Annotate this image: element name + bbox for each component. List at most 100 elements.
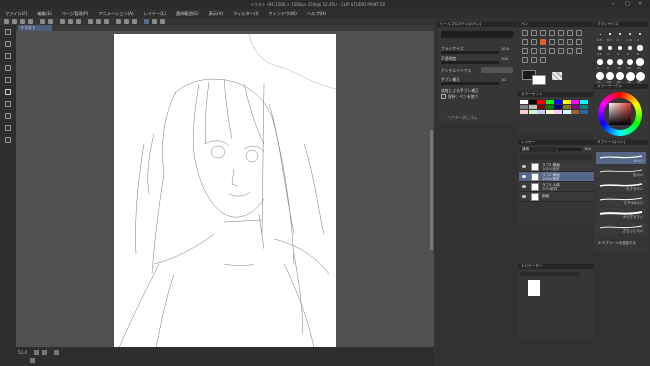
zoom-value[interactable]: 52.4	[18, 350, 27, 355]
fill-icon[interactable]	[68, 19, 73, 24]
pen-tool-icon[interactable]	[5, 89, 11, 95]
canvas-paper[interactable]	[114, 33, 337, 349]
color-swatch[interactable]	[545, 105, 554, 109]
gradient-icon[interactable]	[549, 48, 555, 54]
brush-size-dot[interactable]	[617, 45, 623, 51]
antialias-selector[interactable]	[481, 67, 513, 73]
brush-size-dot[interactable]	[627, 45, 633, 51]
zoom-in-icon[interactable]	[42, 350, 47, 355]
color-swatch[interactable]	[520, 100, 528, 104]
deselect-icon[interactable]	[88, 19, 93, 24]
bucket-icon[interactable]	[540, 48, 546, 54]
fill-tool-icon[interactable]	[5, 137, 11, 143]
pen-icon[interactable]	[540, 39, 546, 45]
menu-filter[interactable]: フィルター(I)	[228, 11, 263, 17]
menu-animation[interactable]: アニメーション(A)	[93, 11, 138, 17]
transform-icon[interactable]	[76, 19, 81, 24]
color-swatch[interactable]	[562, 110, 571, 114]
eraser-icon[interactable]	[522, 48, 528, 54]
brush-size-dot[interactable]	[626, 58, 634, 66]
brush-size-dot[interactable]	[636, 58, 644, 66]
brush-size-dot[interactable]	[607, 59, 613, 65]
color-swatch[interactable]	[545, 110, 554, 114]
balloon-icon[interactable]	[531, 57, 537, 63]
add-subtool-button[interactable]: ⊕ サブツールを追加する	[598, 240, 636, 245]
eyedropper-tool-icon[interactable]	[5, 77, 11, 83]
lasso-icon[interactable]	[567, 30, 573, 36]
marquee-icon[interactable]	[576, 30, 582, 36]
figure-icon[interactable]	[558, 48, 564, 54]
rotate-view-icon[interactable]	[540, 30, 546, 36]
color-swatch[interactable]	[554, 105, 562, 109]
color-swatch[interactable]	[571, 110, 579, 114]
color-swatch[interactable]	[571, 100, 579, 104]
brush-size-dot[interactable]	[597, 59, 603, 65]
color-swatch[interactable]	[571, 105, 579, 109]
eye-icon[interactable]	[522, 165, 526, 168]
save-icon[interactable]	[28, 19, 33, 24]
subtool-item[interactable]: 丸ペン	[596, 166, 646, 178]
subtool-item[interactable]: カリグラフィ	[596, 208, 646, 220]
stabilize-slider[interactable]	[441, 82, 499, 85]
pencil-tool-icon[interactable]	[5, 101, 11, 107]
new-icon[interactable]	[12, 19, 17, 24]
maximize-icon[interactable]: □	[625, 1, 632, 7]
zoom-icon[interactable]	[522, 30, 528, 36]
blend-icon[interactable]	[531, 48, 537, 54]
color-swatch[interactable]	[562, 105, 571, 109]
color-swatch[interactable]	[579, 110, 588, 114]
eye-icon[interactable]	[522, 175, 526, 178]
frame-icon[interactable]	[567, 48, 573, 54]
redo-icon[interactable]	[48, 19, 53, 24]
menu-layer[interactable]: レイヤー(L)	[139, 11, 171, 17]
zoom-tool-icon[interactable]	[5, 29, 11, 35]
crop-icon[interactable]	[104, 19, 109, 24]
brush-size-dot[interactable]	[616, 58, 624, 66]
color-swatch[interactable]	[528, 100, 537, 104]
deco-icon[interactable]	[576, 39, 582, 45]
hand-icon[interactable]	[531, 30, 537, 36]
menu-selection[interactable]: 選択範囲(S)	[171, 11, 204, 17]
brush-size-dot[interactable]	[599, 33, 601, 35]
menu-window[interactable]: ウィンドウ(W)	[263, 11, 301, 17]
menu-icon[interactable]	[4, 19, 9, 24]
color-swatch[interactable]	[579, 100, 588, 104]
subtool-item[interactable]: さらっとペン	[596, 222, 646, 234]
menu-edit[interactable]: 編集(E)	[32, 11, 56, 17]
dropper-icon[interactable]	[531, 39, 537, 45]
menu-view[interactable]: 表示(V)	[204, 11, 229, 17]
brush-size-dot[interactable]	[605, 71, 615, 81]
reference-icon[interactable]	[152, 19, 157, 24]
color-swatch[interactable]	[537, 100, 545, 104]
studio-icon[interactable]	[160, 19, 165, 24]
move-layer-icon[interactable]	[549, 30, 555, 36]
color-swatch[interactable]	[537, 110, 545, 114]
color-swatch[interactable]	[537, 105, 545, 109]
eye-icon[interactable]	[522, 185, 526, 188]
ruler-icon[interactable]	[576, 48, 582, 54]
opacity-value[interactable]: 100	[501, 56, 508, 61]
pen-mode-icon[interactable]	[144, 19, 149, 24]
color-swatch[interactable]	[528, 110, 537, 114]
pencil-icon[interactable]	[549, 39, 555, 45]
brush-size-dot[interactable]	[638, 32, 642, 36]
eraser-tool-icon[interactable]	[5, 125, 11, 131]
text-icon[interactable]	[522, 57, 528, 63]
color-swatch[interactable]	[520, 105, 528, 109]
close-icon[interactable]: ×	[638, 1, 645, 7]
brush-size-dot[interactable]	[598, 46, 602, 50]
eye-icon[interactable]	[522, 195, 526, 198]
saturation-value-square[interactable]	[609, 103, 631, 125]
layer-opacity-value[interactable]: 100	[584, 147, 591, 151]
brush-tool-icon[interactable]	[5, 113, 11, 119]
pen-checkbox[interactable]	[441, 94, 446, 99]
brush-size-value[interactable]: 10.0	[501, 46, 509, 51]
menu-page[interactable]: ページ管理(P)	[57, 11, 94, 17]
select-tool-icon[interactable]	[5, 53, 11, 59]
object-icon[interactable]	[558, 30, 564, 36]
brush-icon[interactable]	[558, 39, 564, 45]
move-tool-icon[interactable]	[5, 41, 11, 47]
rotate-icon[interactable]	[54, 350, 59, 355]
brush-size-dot[interactable]	[637, 45, 643, 51]
color-swatch[interactable]	[554, 110, 562, 114]
